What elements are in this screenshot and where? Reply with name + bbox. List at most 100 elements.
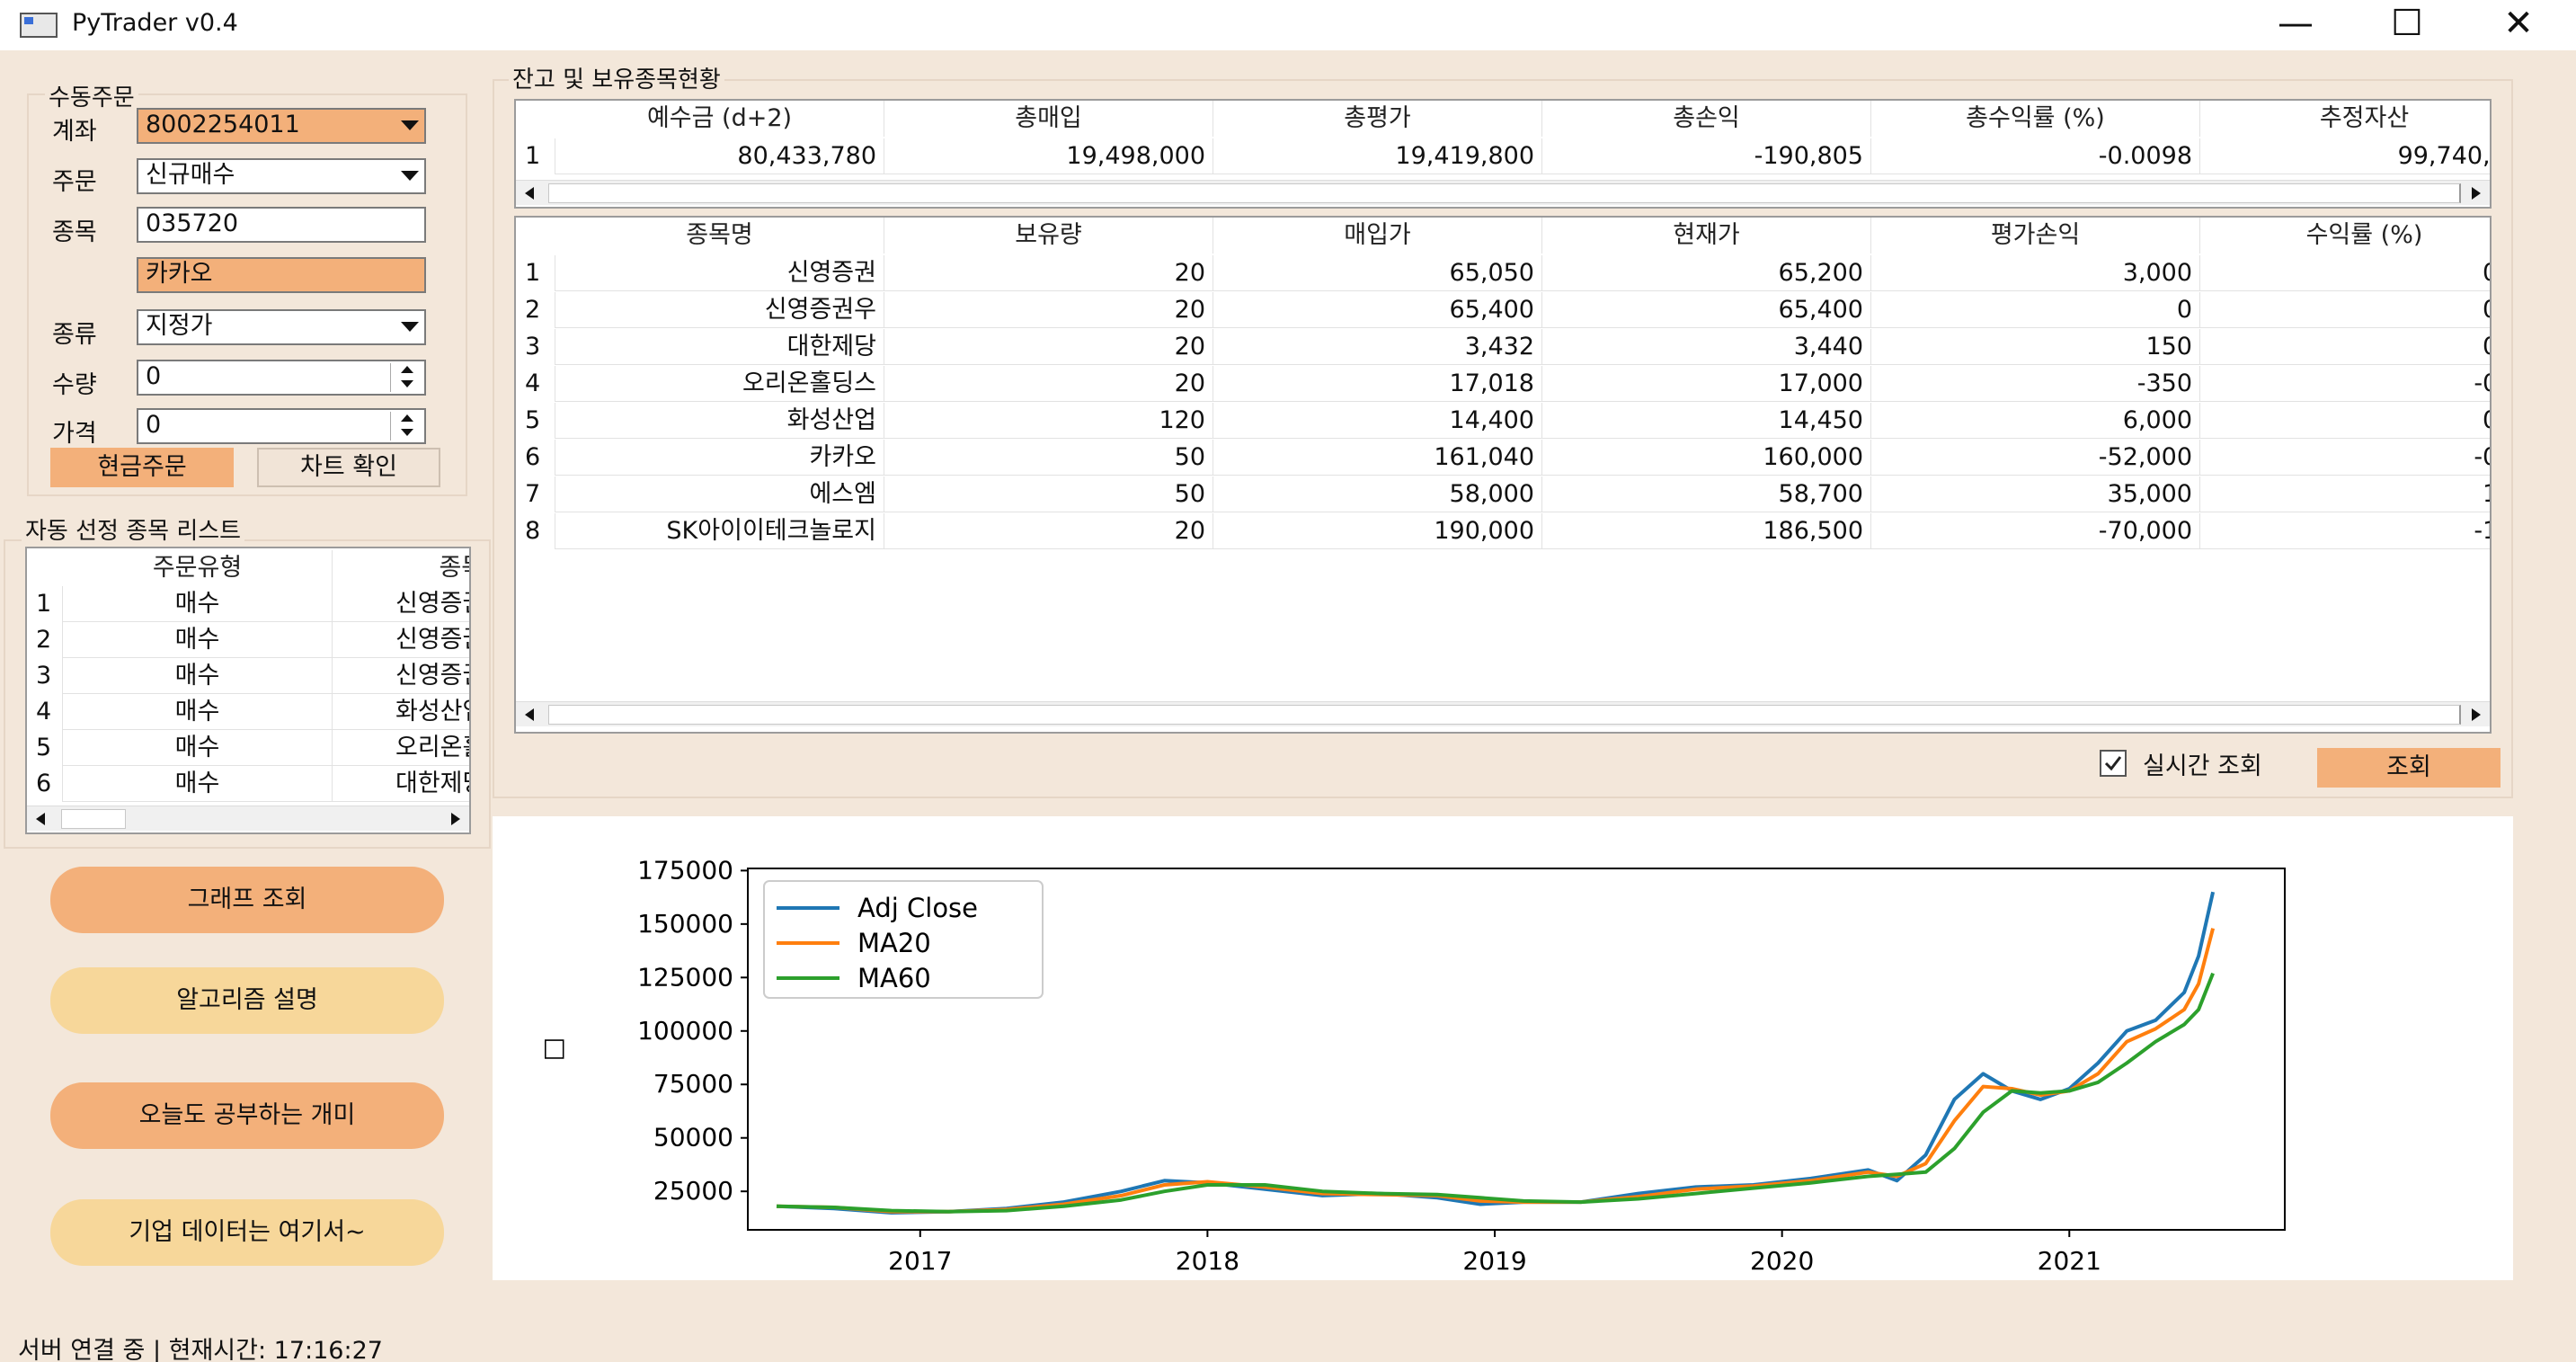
holdings-cell[interactable]: 3,432 (1213, 329, 1542, 365)
summary-cell[interactable]: 99,740,97 (2200, 138, 2490, 174)
scroll-right-icon[interactable] (451, 813, 460, 825)
minimize-button[interactable]: — (2242, 0, 2349, 50)
holdings-header[interactable]: 현재가 (1542, 218, 1871, 254)
price-kind-select[interactable]: 지정가 (137, 309, 426, 345)
holdings-cell[interactable]: 161,040 (1213, 440, 1542, 476)
scroll-left-icon[interactable] (525, 708, 534, 721)
summary-header[interactable]: 총매입 (884, 101, 1213, 137)
holdings-cell[interactable]: 65,400 (1213, 292, 1542, 328)
auto-row-type[interactable]: 매수 (63, 730, 333, 766)
auto-list-table[interactable]: 주문유형 종목명 1매수신영증권2매수신영증권우3매수신영증권4매수화성산업5매… (25, 547, 471, 834)
summary-hscroll[interactable] (516, 180, 2490, 205)
order-type-select[interactable]: 신규매수 (137, 158, 426, 194)
holdings-cell[interactable]: 14,400 (1213, 403, 1542, 439)
query-button[interactable]: 조회 (2317, 748, 2500, 788)
summary-header[interactable]: 총손익 (1542, 101, 1871, 137)
holdings-cell[interactable]: 3,000 (1871, 255, 2200, 291)
holdings-cell[interactable]: 0.2 (2200, 329, 2490, 365)
summary-cell[interactable]: -0.0098 (1871, 138, 2200, 174)
holdings-cell[interactable]: 150 (1871, 329, 2200, 365)
stock-code-input[interactable]: 035720 (137, 207, 426, 243)
auto-row-type[interactable]: 매수 (63, 658, 333, 694)
auto-header-name[interactable]: 종목명 (333, 550, 469, 586)
holdings-cell[interactable]: -70,000 (1871, 513, 2200, 549)
holdings-cell[interactable]: 50 (884, 476, 1213, 512)
holdings-cell[interactable]: 65,400 (1542, 292, 1871, 328)
holdings-cell[interactable]: 카카오 (555, 440, 884, 476)
cash-order-button[interactable]: 현금주문 (50, 448, 234, 487)
holdings-header[interactable]: 매입가 (1213, 218, 1542, 254)
auto-row-name[interactable]: 신영증권우 (333, 622, 469, 658)
auto-row-name[interactable]: 화성산업 (333, 694, 469, 730)
auto-row-type[interactable]: 매수 (63, 694, 333, 730)
summary-header[interactable]: 총평가 (1213, 101, 1542, 137)
holdings-cell[interactable]: -0.6 (2200, 440, 2490, 476)
holdings-cell[interactable]: 50 (884, 440, 1213, 476)
quantity-stepper[interactable]: 0 (137, 360, 426, 396)
holdings-cell[interactable]: 신영증권우 (555, 292, 884, 328)
holdings-cell[interactable]: -1.8 (2200, 513, 2490, 549)
scroll-left-icon[interactable] (36, 813, 45, 825)
auto-row-type[interactable]: 매수 (63, 766, 333, 802)
summary-cell[interactable]: 80,433,780 (555, 138, 884, 174)
holdings-cell[interactable]: SK아이이테크놀로지 (555, 513, 884, 549)
holdings-cell[interactable]: 0.2 (2200, 255, 2490, 291)
holdings-cell[interactable]: 186,500 (1542, 513, 1871, 549)
maximize-button[interactable]: ☐ (2353, 0, 2461, 50)
holdings-cell[interactable]: 대한제당 (555, 329, 884, 365)
summary-cell[interactable]: -190,805 (1542, 138, 1871, 174)
holdings-cell[interactable]: 14,450 (1542, 403, 1871, 439)
study-ant-button[interactable]: 오늘도 공부하는 개미 (50, 1082, 444, 1149)
holdings-cell[interactable]: 17,000 (1542, 366, 1871, 402)
scroll-right-icon[interactable] (2472, 187, 2481, 200)
holdings-cell[interactable]: 17,018 (1213, 366, 1542, 402)
holdings-cell[interactable]: 오리온홀딩스 (555, 366, 884, 402)
holdings-cell[interactable]: 신영증권 (555, 255, 884, 291)
holdings-cell[interactable]: -350 (1871, 366, 2200, 402)
auto-list-hscroll[interactable] (27, 806, 469, 831)
auto-row-name[interactable]: 신영증권 (333, 658, 469, 694)
holdings-cell[interactable]: 20 (884, 255, 1213, 291)
holdings-cell[interactable]: 0.0 (2200, 292, 2490, 328)
summary-table[interactable]: 예수금 (d+2) 총매입 총평가 총손익 총수익률 (%) 추정자산 1 80,433,… (514, 99, 2492, 209)
summary-cell[interactable]: 19,419,800 (1213, 138, 1542, 174)
realtime-checkbox[interactable] (2100, 750, 2127, 777)
summary-header[interactable]: 예수금 (d+2) (555, 101, 884, 137)
summary-cell[interactable]: 19,498,000 (884, 138, 1213, 174)
holdings-header[interactable]: 평가손익 (1871, 218, 2200, 254)
auto-row-type[interactable]: 매수 (63, 586, 333, 622)
auto-header-type[interactable]: 주문유형 (63, 550, 333, 586)
scroll-right-icon[interactable] (2472, 708, 2481, 721)
holdings-cell[interactable]: 20 (884, 292, 1213, 328)
holdings-cell[interactable]: 65,050 (1213, 255, 1542, 291)
holdings-header[interactable]: 종목명 (555, 218, 884, 254)
holdings-cell[interactable]: 6,000 (1871, 403, 2200, 439)
holdings-cell[interactable]: 65,200 (1542, 255, 1871, 291)
summary-header[interactable]: 총수익률 (%) (1871, 101, 2200, 137)
scroll-left-icon[interactable] (525, 187, 534, 200)
holdings-cell[interactable]: 화성산업 (555, 403, 884, 439)
holdings-cell[interactable]: 0.3 (2200, 403, 2490, 439)
holdings-table[interactable]: 종목명 보유량 매입가 현재가 평가손익 수익률 (%) 1 신영증권 20 65,050 65,… (514, 216, 2492, 734)
holdings-cell[interactable]: 에스엠 (555, 476, 884, 512)
holdings-cell[interactable]: 120 (884, 403, 1213, 439)
holdings-cell[interactable]: -0.1 (2200, 366, 2490, 402)
chart-confirm-button[interactable]: 차트 확인 (257, 448, 440, 487)
holdings-cell[interactable]: 190,000 (1213, 513, 1542, 549)
account-select[interactable]: 8002254011 (137, 108, 426, 144)
holdings-cell[interactable]: 3,440 (1542, 329, 1871, 365)
holdings-cell[interactable]: 58,000 (1213, 476, 1542, 512)
algorithm-help-button[interactable]: 알고리즘 설명 (50, 967, 444, 1034)
auto-row-name[interactable]: 신영증권 (333, 586, 469, 622)
holdings-header[interactable]: 보유량 (884, 218, 1213, 254)
holdings-cell[interactable]: 35,000 (1871, 476, 2200, 512)
close-button[interactable]: ✕ (2465, 0, 2572, 50)
holdings-cell[interactable]: -52,000 (1871, 440, 2200, 476)
holdings-cell[interactable]: 20 (884, 513, 1213, 549)
holdings-cell[interactable]: 58,700 (1542, 476, 1871, 512)
holdings-cell[interactable]: 20 (884, 329, 1213, 365)
corp-data-button[interactable]: 기업 데이터는 여기서~ (50, 1199, 444, 1266)
holdings-cell[interactable]: 160,000 (1542, 440, 1871, 476)
summary-header[interactable]: 추정자산 (2200, 101, 2490, 137)
holdings-header[interactable]: 수익률 (%) (2200, 218, 2490, 254)
